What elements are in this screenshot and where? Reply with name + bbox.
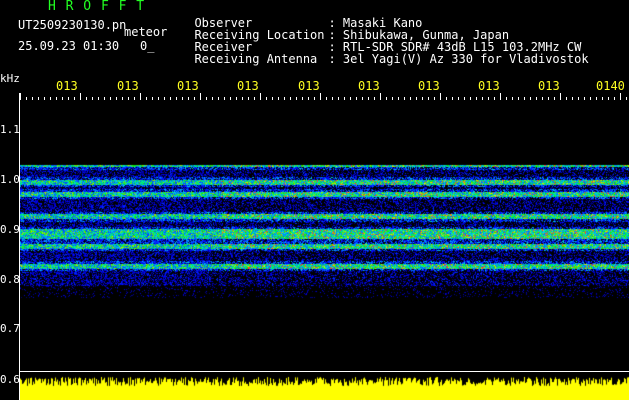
spectrogram-plot	[20, 100, 629, 375]
antenna-row: Receiving Antenna : 3el Yagi(V) Az 330 fo…	[180, 41, 589, 66]
x-tick-label: 013	[237, 79, 259, 93]
antenna-value: : 3el Yagi(V) Az 330 for Vladivostok	[328, 52, 589, 66]
y-tick-label: 1.1	[0, 123, 20, 136]
x-tick-label: 013	[478, 79, 500, 93]
y-tick-label: 0.8	[0, 273, 20, 286]
y-tick-label: 0.6	[0, 373, 20, 386]
x-tick-label: 013	[56, 79, 78, 93]
y-tick-label: 1.0	[0, 173, 20, 186]
x-tick-label: 013	[177, 79, 199, 93]
signal-power-strip	[20, 372, 629, 400]
app-title: H R O F F T	[48, 0, 146, 14]
x-tick-label: 013	[538, 79, 560, 93]
x-tick-label: 013	[358, 79, 380, 93]
x-tick-label: 013	[418, 79, 440, 93]
antenna-label: Receiving Antenna	[194, 52, 318, 66]
mode-label: meteor	[124, 25, 168, 39]
x-tick-label: 013	[298, 79, 320, 93]
frequency-unit-label: kHz	[0, 72, 20, 85]
datetime-label: 25.09.23 01:30	[18, 39, 120, 53]
counter-label: 0_	[140, 39, 155, 53]
x-tick-label: 0140	[596, 79, 625, 93]
x-tick-label: 013	[117, 79, 139, 93]
y-tick-label: 0.7	[0, 322, 20, 335]
file-name: UT2509230130.pn	[18, 18, 127, 32]
y-tick-label: 0.9	[0, 223, 20, 236]
